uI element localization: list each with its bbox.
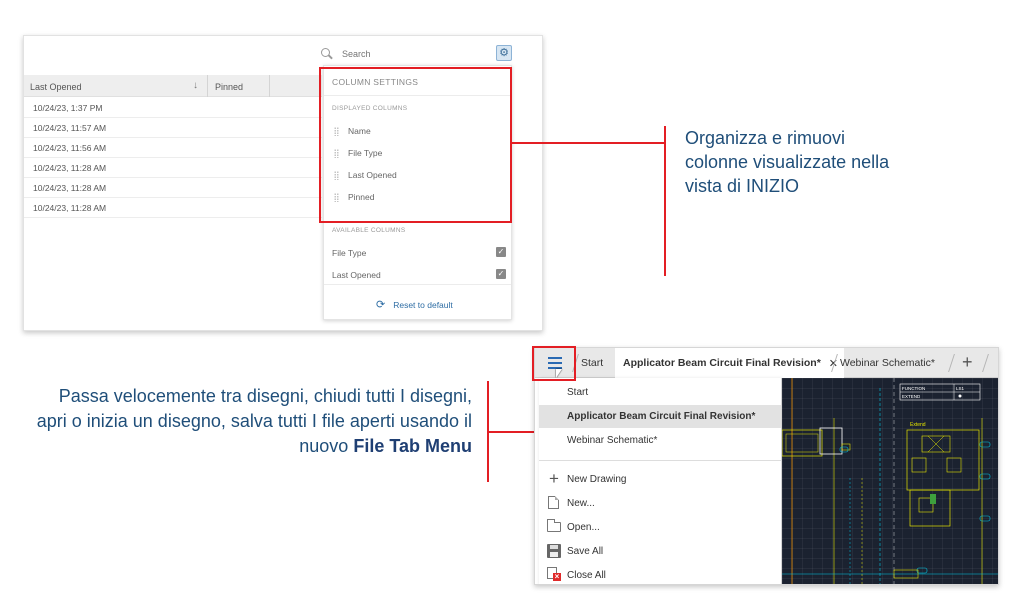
menu-label: New Drawing — [567, 473, 627, 485]
table-row[interactable]: 10/24/23, 11:57 AM — [24, 118, 322, 138]
search-icon — [320, 47, 334, 61]
schematic-component — [819, 427, 843, 455]
menu-label: New... — [567, 497, 595, 509]
available-column-item[interactable]: File Type ✓ — [332, 247, 506, 258]
drawing-canvas[interactable]: FUNCTION LS1 EXTEND Extend — [782, 378, 998, 584]
schematic-label: FUNCTION — [902, 386, 925, 391]
save-icon — [547, 544, 561, 558]
available-column-label: Last Opened — [332, 270, 381, 280]
file-tab-menu: Start Applicator Beam Circuit Final Revi… — [539, 378, 782, 584]
tab-start[interactable]: Start — [581, 348, 603, 378]
table-row[interactable]: 10/24/23, 11:28 AM — [24, 158, 322, 178]
checkbox[interactable]: ✓ — [496, 269, 506, 279]
menu-item-close-all[interactable]: Close All — [539, 563, 781, 584]
schematic-dot — [958, 394, 962, 398]
schematic-component — [946, 457, 962, 473]
tab-applicator-beam[interactable]: Applicator Beam Circuit Final Revision* … — [615, 348, 845, 378]
checkbox[interactable]: ✓ — [496, 247, 506, 257]
tab-webinar-schematic[interactable]: Webinar Schematic* — [840, 348, 935, 378]
schematic-drawing: FUNCTION LS1 EXTEND Extend — [782, 378, 998, 584]
callout-column-settings: Organizza e rimuovi colonne visualizzate… — [685, 128, 890, 196]
gear-icon[interactable]: ⚙ — [496, 45, 512, 61]
available-column-item[interactable]: Last Opened ✓ — [332, 269, 506, 280]
column-header-pinned[interactable]: Pinned — [215, 82, 243, 92]
reset-to-default-button[interactable]: ⟳ Reset to default — [376, 298, 453, 311]
available-column-label: File Type — [332, 248, 367, 258]
table-row[interactable]: 10/24/23, 11:28 AM — [24, 178, 322, 198]
search-bar[interactable] — [320, 46, 462, 62]
schematic-marker — [839, 446, 849, 453]
file-tab-menu-screenshot: Start Applicator Beam Circuit Final Revi… — [534, 347, 999, 585]
menu-label: Open... — [567, 521, 600, 533]
close-all-icon — [547, 567, 561, 581]
menu-item-applicator-beam[interactable]: Applicator Beam Circuit Final Revision* — [539, 405, 781, 428]
schematic-component — [911, 457, 927, 473]
table-row[interactable]: 10/24/23, 11:28 AM — [24, 198, 322, 218]
table-header: Last Opened ↓ Pinned — [24, 75, 322, 97]
divider — [324, 284, 511, 285]
column-divider[interactable] — [207, 75, 208, 97]
refresh-icon: ⟳ — [376, 299, 386, 311]
menu-label: Save All — [567, 545, 604, 557]
schematic-valve — [930, 494, 936, 504]
table-row[interactable]: 10/24/23, 1:37 PM — [24, 98, 322, 118]
column-divider[interactable] — [269, 75, 270, 97]
folder-icon — [547, 519, 561, 532]
highlight-box — [532, 346, 576, 381]
plus-icon: + — [549, 469, 559, 488]
menu-item-new[interactable]: New... — [539, 491, 781, 515]
menu-item-open[interactable]: Open... — [539, 515, 781, 539]
schematic-marker — [979, 515, 991, 522]
menu-item-start[interactable]: Start — [539, 381, 781, 404]
callout-bold-text: File Tab Menu — [353, 436, 472, 456]
menu-item-new-drawing[interactable]: + New Drawing — [539, 467, 781, 491]
schematic-label: LS1 — [956, 386, 965, 391]
callout-connector — [512, 142, 665, 144]
schematic-label: EXTEND — [902, 394, 921, 399]
schematic-component — [785, 433, 819, 453]
schematic-marker — [979, 441, 991, 448]
reset-label: Reset to default — [393, 299, 453, 310]
callout-bracket — [664, 126, 666, 276]
schematic-marker — [916, 567, 928, 574]
menu-divider — [539, 460, 781, 461]
table-body: 10/24/23, 1:37 PM 10/24/23, 11:57 AM 10/… — [24, 98, 322, 218]
callout-file-tab-menu: Passa velocemente tra disegni, chiudi tu… — [34, 384, 472, 459]
menu-item-webinar-schematic[interactable]: Webinar Schematic* — [539, 429, 781, 452]
available-columns-label: AVAILABLE COLUMNS — [332, 227, 406, 234]
schematic-marker — [979, 473, 991, 480]
tab-label: Applicator Beam Circuit Final Revision* — [623, 357, 821, 369]
file-tab-bar: Start Applicator Beam Circuit Final Revi… — [535, 348, 998, 378]
menu-label: Close All — [567, 569, 606, 581]
table-row[interactable]: 10/24/23, 11:56 AM — [24, 138, 322, 158]
schematic-component — [906, 429, 980, 491]
column-header-last-opened[interactable]: Last Opened — [30, 82, 82, 92]
arrow-down-icon[interactable]: ↓ — [193, 80, 198, 91]
highlight-box — [319, 67, 512, 223]
menu-item-save-all[interactable]: Save All — [539, 539, 781, 563]
search-input[interactable] — [342, 49, 462, 59]
schematic-label: Extend — [910, 422, 926, 428]
plus-icon[interactable]: + — [962, 352, 973, 372]
document-icon — [548, 496, 559, 509]
